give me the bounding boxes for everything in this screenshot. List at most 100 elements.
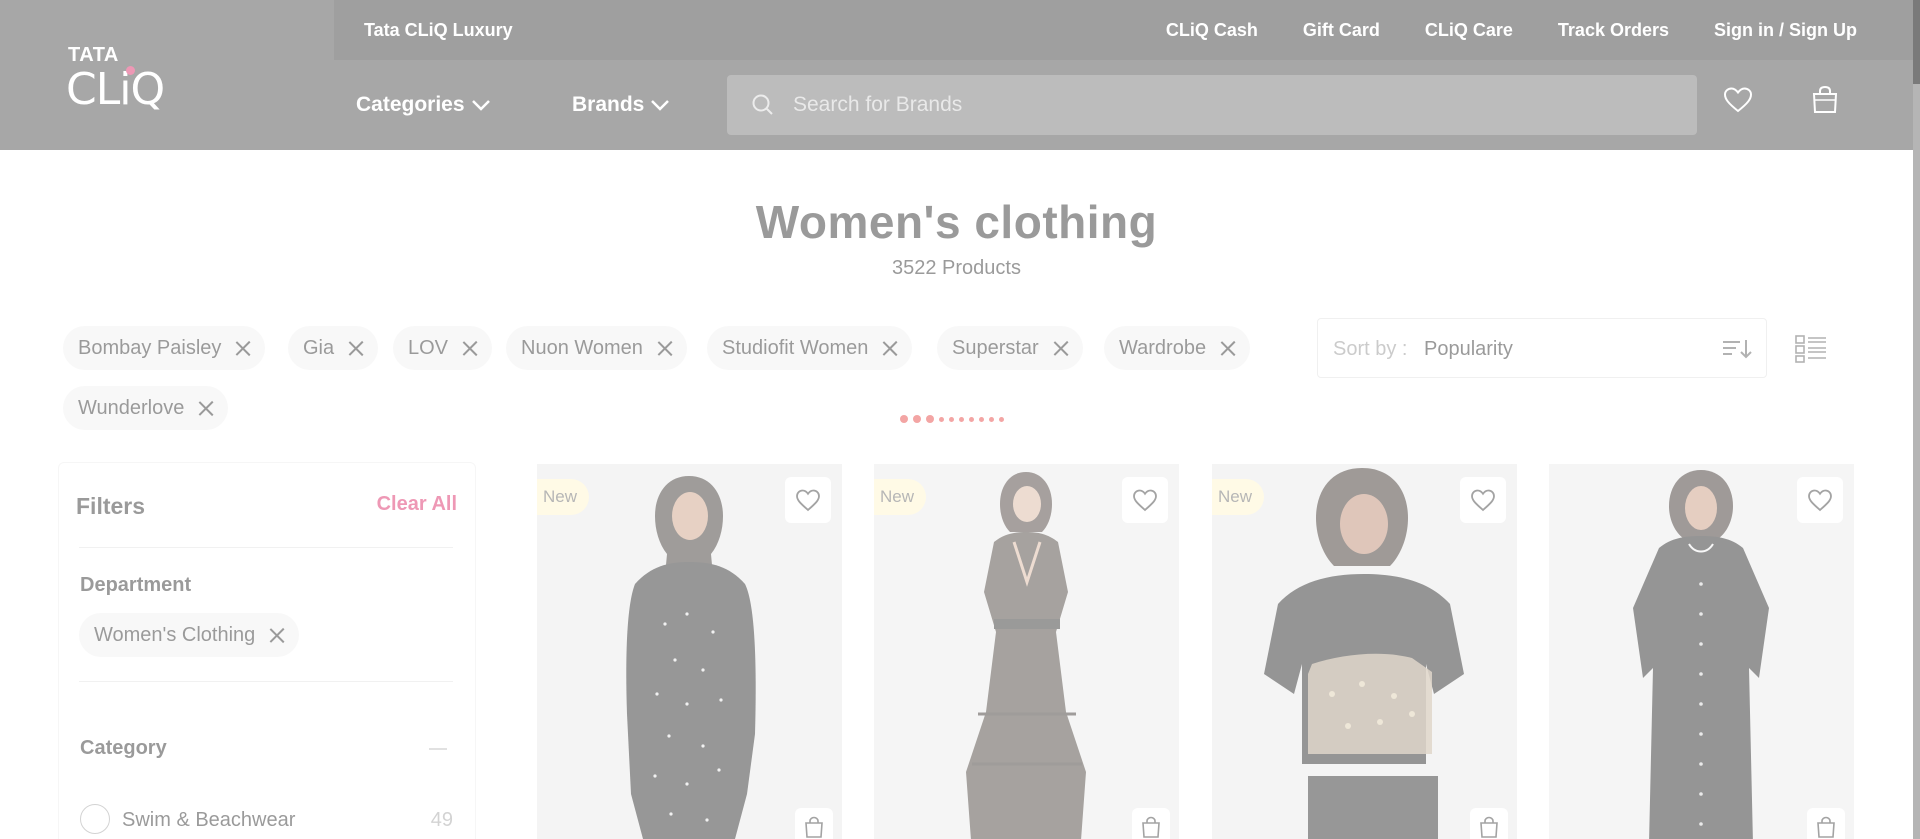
top-links: CLiQ Cash Gift Card CLiQ Care Track Orde…: [1166, 20, 1857, 41]
filter-chip-studiofit-women[interactable]: Studiofit Women: [707, 326, 913, 370]
loading-dot: [949, 416, 954, 422]
loading-dot: [979, 416, 984, 422]
search-input[interactable]: [793, 75, 1673, 135]
product-card[interactable]: New: [537, 464, 842, 839]
brands-label: Brands: [572, 93, 645, 116]
list-view-icon[interactable]: [1795, 335, 1827, 363]
loading-indicator: [900, 415, 1004, 423]
close-icon[interactable]: [882, 340, 898, 356]
department-heading: Department: [80, 574, 192, 596]
loading-dot: [913, 415, 921, 423]
cliq-cash-link[interactable]: CLiQ Cash: [1166, 20, 1258, 41]
wishlist-heart-icon[interactable]: [1722, 84, 1754, 116]
category-option-count: 49: [430, 809, 453, 831]
heart-icon: [1808, 489, 1832, 512]
site-header: TATA CLiQ Tata CLiQ Luxury CLiQ Cash Gif…: [0, 0, 1913, 150]
brands-menu[interactable]: Brands: [572, 93, 670, 117]
chip-label: LOV: [408, 336, 449, 359]
page-scrollbar[interactable]: [1913, 0, 1920, 839]
category-option-label[interactable]: Swim & Beachwear: [122, 809, 295, 832]
filter-chip-wunderlove[interactable]: Wunderlove: [63, 386, 229, 430]
loading-dot: [969, 416, 974, 422]
tata-cliq-logo[interactable]: TATA CLiQ: [66, 44, 175, 115]
chip-label: Women's Clothing: [94, 623, 256, 646]
tata-cliq-luxury-link[interactable]: Tata CLiQ Luxury: [364, 20, 513, 41]
close-icon[interactable]: [1220, 340, 1236, 356]
close-icon[interactable]: [348, 340, 364, 356]
sort-dropdown[interactable]: Sort by : Popularity: [1317, 318, 1767, 378]
divider: [79, 681, 453, 682]
categories-label: Categories: [356, 93, 465, 116]
track-orders-link[interactable]: Track Orders: [1558, 20, 1669, 41]
close-icon[interactable]: [269, 627, 285, 643]
clear-all-button[interactable]: Clear All: [377, 493, 457, 516]
close-icon[interactable]: [462, 340, 478, 356]
bag-icon: [1817, 816, 1835, 838]
wishlist-button[interactable]: [1797, 477, 1843, 523]
product-card[interactable]: New: [1212, 464, 1517, 839]
filter-chip-superstar[interactable]: Superstar: [937, 326, 1083, 370]
close-icon[interactable]: [657, 340, 673, 356]
filters-panel: Filters Clear All Department Women's Clo…: [58, 462, 476, 839]
add-to-bag-button[interactable]: [1470, 808, 1508, 839]
wishlist-button[interactable]: [1122, 477, 1168, 523]
bag-icon: [1142, 816, 1160, 838]
filter-chip-lov[interactable]: LOV: [393, 326, 493, 370]
divider: [79, 547, 453, 548]
chevron-down-icon: [471, 100, 490, 111]
chip-label: Gia: [303, 336, 335, 359]
filters-title: Filters: [76, 493, 146, 519]
chip-label: Superstar: [952, 336, 1039, 359]
new-tag: New: [1212, 479, 1265, 515]
add-to-bag-button[interactable]: [1132, 808, 1170, 839]
scrollbar-thumb[interactable]: [1913, 0, 1920, 84]
close-icon[interactable]: [235, 340, 251, 356]
bag-icon: [1480, 816, 1498, 838]
bag-icon: [805, 816, 823, 838]
sort-icon: [1723, 340, 1752, 359]
add-to-bag-button[interactable]: [795, 808, 833, 839]
category-heading[interactable]: Category: [80, 737, 167, 760]
cliq-care-link[interactable]: CLiQ Care: [1425, 20, 1513, 41]
search-bar[interactable]: [727, 75, 1697, 135]
heart-icon: [1471, 489, 1495, 512]
product-card[interactable]: New: [874, 464, 1179, 839]
product-card[interactable]: [1549, 464, 1854, 839]
filter-chip-bombay-paisley[interactable]: Bombay Paisley: [63, 326, 266, 370]
sign-in-link[interactable]: Sign in / Sign Up: [1714, 20, 1857, 41]
sort-label: Sort by :: [1333, 338, 1408, 360]
category-radio-swim-beachwear[interactable]: [80, 804, 110, 834]
categories-menu[interactable]: Categories: [356, 93, 491, 117]
heart-icon: [796, 489, 820, 512]
filter-chip-wardrobe[interactable]: Wardrobe: [1104, 326, 1251, 370]
collapse-icon[interactable]: [429, 748, 447, 750]
loading-dot: [900, 415, 908, 423]
search-icon: [752, 94, 773, 115]
department-chip-womens-clothing[interactable]: Women's Clothing: [79, 613, 300, 657]
chip-label: Studiofit Women: [722, 336, 869, 359]
close-icon[interactable]: [198, 400, 214, 416]
new-tag: New: [537, 479, 590, 515]
chevron-down-icon: [651, 100, 670, 111]
add-to-bag-button[interactable]: [1807, 808, 1845, 839]
loading-dot: [989, 416, 994, 422]
chip-label: Bombay Paisley: [78, 336, 222, 359]
top-bar: Tata CLiQ Luxury CLiQ Cash Gift Card CLi…: [334, 0, 1913, 60]
filter-chip-gia[interactable]: Gia: [288, 326, 379, 370]
new-tag: New: [874, 479, 927, 515]
filter-chip-nuon-women[interactable]: Nuon Women: [506, 326, 687, 370]
page-title: Women's clothing: [755, 196, 1158, 248]
chip-label: Wardrobe: [1119, 336, 1207, 359]
product-count: 3522 Products: [892, 257, 1021, 279]
sort-value: Popularity: [1424, 338, 1513, 360]
loading-dot: [959, 416, 964, 422]
heart-icon: [1133, 489, 1157, 512]
shopping-bag-icon[interactable]: [1809, 84, 1841, 116]
gift-card-link[interactable]: Gift Card: [1303, 20, 1380, 41]
logo-cliq-text: CLiQ: [66, 64, 165, 115]
loading-dot: [939, 416, 944, 422]
wishlist-button[interactable]: [785, 477, 831, 523]
close-icon[interactable]: [1053, 340, 1069, 356]
chip-label: Wunderlove: [78, 396, 185, 419]
wishlist-button[interactable]: [1460, 477, 1506, 523]
